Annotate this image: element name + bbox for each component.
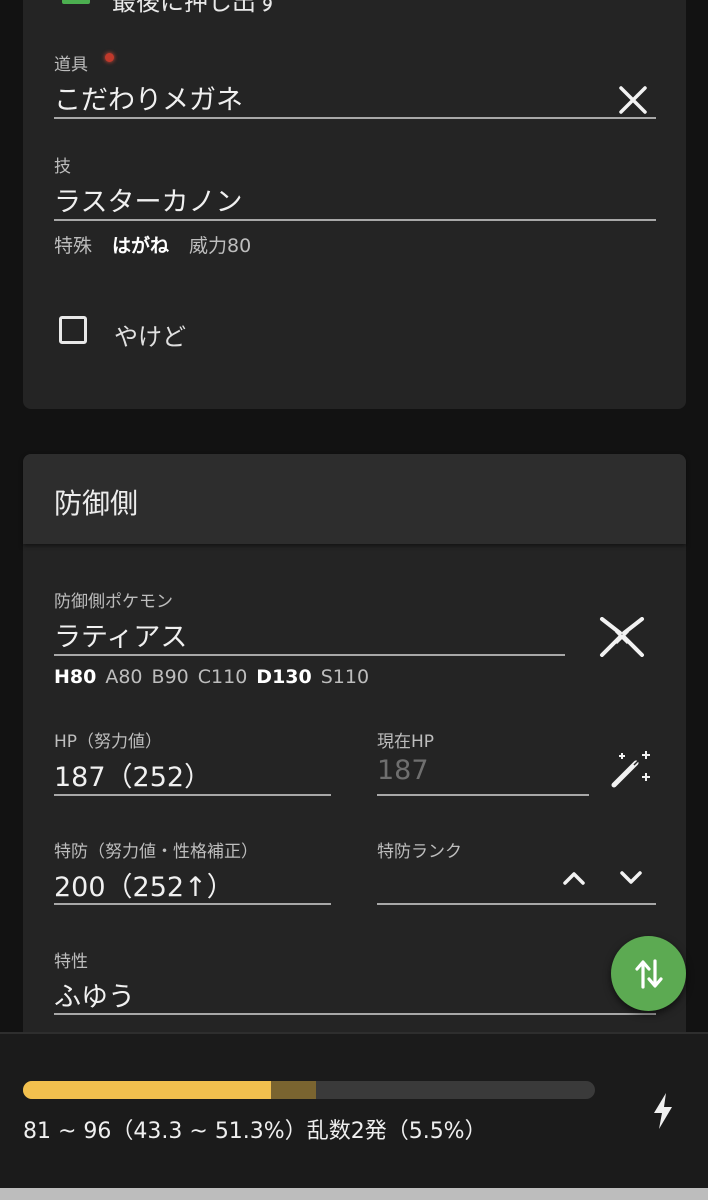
- ability-label: 特性: [54, 952, 88, 972]
- stat-c: C110: [197, 666, 248, 688]
- move-label: 技: [54, 157, 71, 177]
- damage-bar: [23, 1081, 595, 1099]
- move-category: 特殊: [54, 235, 93, 257]
- spdef-label: 特防（努力値・性格補正）: [54, 842, 258, 862]
- move-underline: [54, 219, 656, 221]
- stat-a: A80: [105, 666, 143, 688]
- swap-button[interactable]: [611, 936, 686, 1011]
- swap-vertical-icon: [634, 957, 664, 991]
- hp-input[interactable]: 187（252）: [54, 755, 211, 794]
- hp-label: HP（努力値）: [54, 732, 163, 752]
- move-power: 威力80: [189, 235, 252, 257]
- defender-card-header: 防御側: [23, 454, 686, 544]
- defender-pokemon-underline: [54, 654, 565, 656]
- push-out-checkbox[interactable]: [62, 0, 90, 4]
- bottom-edge: [0, 1188, 708, 1200]
- spdef-input[interactable]: 200（252↑）: [54, 865, 234, 904]
- push-out-label: 最後に押し出す: [112, 0, 280, 16]
- ability-input[interactable]: ふゆう: [54, 975, 135, 1014]
- crossed-swords-icon[interactable]: [598, 617, 646, 657]
- defender-pokemon-input[interactable]: ラティアス: [54, 615, 187, 654]
- stat-s: S110: [320, 666, 370, 688]
- base-stats: H80 A80 B90 C110 D130 S110: [54, 666, 378, 688]
- chevron-up-icon[interactable]: [562, 870, 586, 886]
- spdef-rank-label: 特防ランク: [377, 842, 462, 862]
- move-type: はがね: [112, 235, 170, 257]
- stat-b: B90: [151, 666, 189, 688]
- move-input[interactable]: ラスターカノン: [54, 180, 242, 219]
- hp-underline: [54, 794, 331, 796]
- ability-underline: [54, 1013, 656, 1015]
- stat-h: H80: [54, 666, 97, 688]
- spdef-rank-underline: [377, 903, 656, 905]
- item-underline: [54, 117, 656, 119]
- stat-d: D130: [256, 666, 312, 688]
- item-label: 道具: [54, 55, 88, 75]
- lightning-icon[interactable]: [651, 1092, 675, 1130]
- magic-wand-icon[interactable]: [608, 749, 654, 789]
- damage-result-text: 81 ~ 96（43.3 ~ 51.3%）乱数2発（5.5%）: [23, 1119, 487, 1144]
- defender-card: 防御側: [23, 454, 686, 1054]
- current-hp-input[interactable]: 187: [377, 755, 429, 786]
- result-panel: 81 ~ 96（43.3 ~ 51.3%）乱数2発（5.5%）: [0, 1032, 708, 1190]
- burn-label: やけど: [114, 323, 186, 351]
- close-icon[interactable]: [618, 85, 648, 115]
- current-hp-underline: [377, 794, 589, 796]
- spdef-underline: [54, 903, 331, 905]
- burn-checkbox[interactable]: [59, 316, 87, 344]
- defender-pokemon-label: 防御側ポケモン: [54, 592, 173, 612]
- move-meta: 特殊 はがね 威力80: [54, 231, 271, 258]
- chevron-down-icon[interactable]: [619, 870, 643, 886]
- defender-card-title: 防御側: [54, 487, 139, 520]
- item-indicator-dot: [105, 53, 114, 62]
- item-input[interactable]: こだわりメガネ: [54, 78, 243, 117]
- current-hp-label: 現在HP: [377, 732, 435, 752]
- damage-bar-min: [23, 1081, 271, 1099]
